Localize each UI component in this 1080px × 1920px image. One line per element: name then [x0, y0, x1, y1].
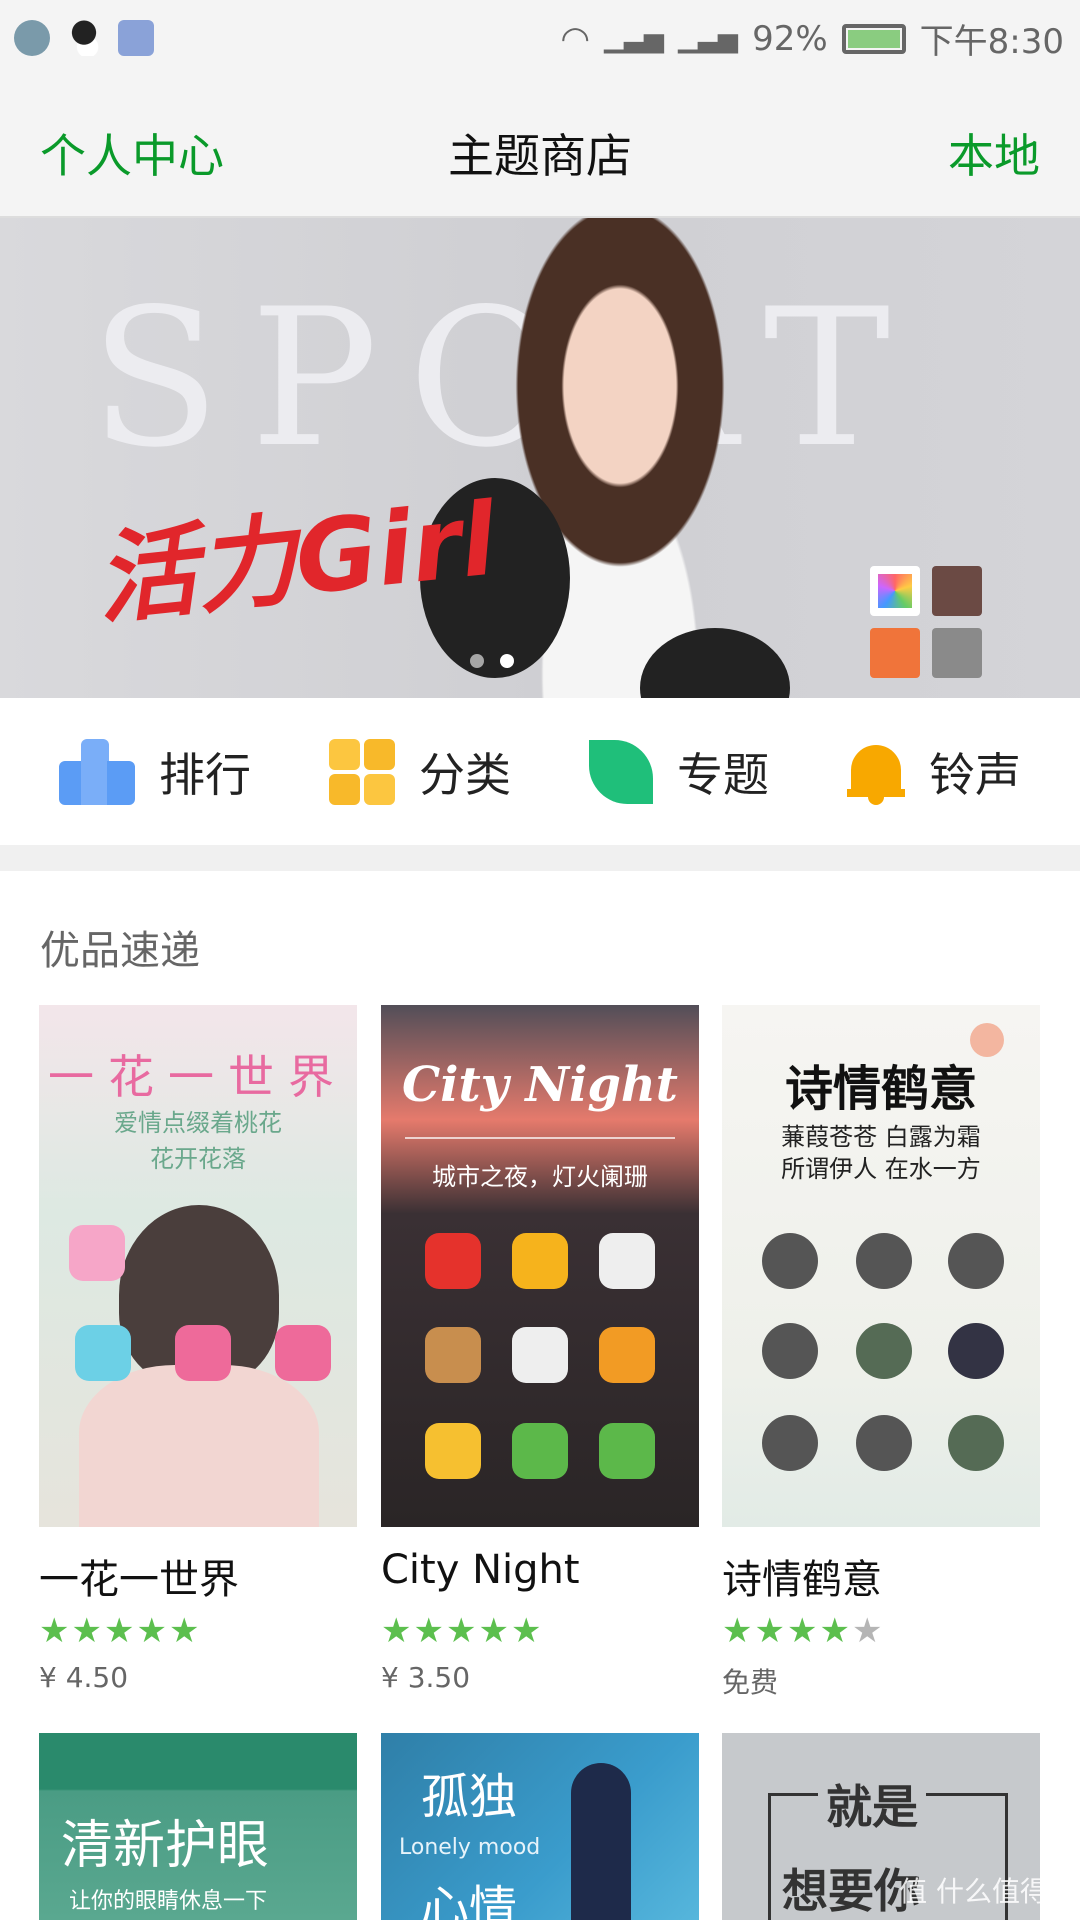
leaf-icon — [589, 739, 653, 804]
preview-subtitle: 花开花落 — [150, 1145, 246, 1173]
category-label: 分类 — [419, 747, 511, 802]
wifi-icon: ◠ — [560, 18, 591, 59]
preview-title: 一花一世界 — [48, 1050, 348, 1104]
page-title: 主题商店 — [448, 129, 632, 183]
category-label: 排行 — [159, 747, 251, 802]
settings-icon-preview — [932, 628, 982, 678]
theme-icon-preview — [870, 566, 920, 616]
gallery-icon — [14, 20, 50, 56]
theme-price: ¥ 3.50 — [381, 1661, 471, 1694]
preview-subtitle: 让你的眼睛休息一下 — [69, 1889, 268, 1914]
theme-card[interactable]: 孤独 Lonely mood 心情 — [381, 1733, 699, 1920]
preview-title: 孤独 — [421, 1769, 518, 1825]
preview-title: 就是 — [818, 1771, 926, 1837]
theme-card[interactable]: 一花一世界 爱情点缀着桃花 花开花落 一花一世界 ★ ★ ★ ★ ★ ¥ 4.50 — [39, 1005, 357, 1694]
theme-name: 一花一世界 — [39, 1557, 239, 1603]
theme-preview-image: 诗情鹤意 蒹葭苍苍 白露为霜 所谓伊人 在水一方 — [722, 1005, 1040, 1527]
signal-icon: ▁▃▅ — [678, 23, 739, 54]
star-rating: ★ ★ ★ ★ ★ — [381, 1611, 542, 1651]
section-title: 优品速递 — [40, 928, 200, 974]
preview-title: City Night — [402, 1057, 678, 1113]
theme-name: City Night — [381, 1547, 580, 1593]
watermark: 值 什么值得买 — [899, 1875, 1076, 1908]
preview-subtitle: Lonely mood — [399, 1835, 541, 1860]
preview-subtitle: 城市之夜，灯火阑珊 — [432, 1163, 648, 1191]
signal-icon: ▁▃▅ — [604, 23, 665, 54]
star-rating: ★ ★ ★ ★ ★ — [39, 1611, 200, 1651]
category-ringtones[interactable]: 铃声 — [847, 739, 1021, 805]
contact-icon-preview — [932, 566, 982, 616]
pager-dot[interactable] — [470, 654, 484, 668]
preview-title: 心情 — [421, 1881, 518, 1920]
theme-name: 诗情鹤意 — [722, 1557, 882, 1603]
preview-subtitle: 爱情点缀着桃花 — [114, 1109, 282, 1137]
category-topics[interactable]: 专题 — [589, 739, 769, 805]
preview-subtitle: 所谓伊人 在水一方 — [781, 1155, 981, 1183]
theme-price: ¥ 4.50 — [39, 1661, 129, 1694]
category-ranking[interactable]: 排行 — [59, 738, 251, 805]
grid-icon — [329, 738, 395, 805]
weather-icon — [118, 20, 154, 56]
ranking-bar-icon — [59, 738, 135, 805]
preview-title: 清新护眼 — [61, 1816, 270, 1876]
status-bar: ◠ ▁▃▅ ▁▃▅ 92% 下午8:30 — [0, 0, 1080, 76]
bell-icon — [847, 739, 905, 805]
preview-subtitle: 蒹葭苍苍 白露为霜 — [781, 1123, 981, 1151]
promo-banner[interactable]: SPORT 活力Girl — [0, 218, 1080, 698]
category-label: 专题 — [677, 747, 769, 802]
category-classify[interactable]: 分类 — [329, 738, 511, 805]
local-link[interactable]: 本地 — [948, 120, 1040, 186]
theme-preview-image: 一花一世界 爱情点缀着桃花 花开花落 — [39, 1005, 357, 1527]
theme-card[interactable]: City Night 城市之夜，灯火阑珊 City Night ★ ★ ★ ★ ★ ¥ … — [381, 1005, 699, 1694]
qq-icon — [66, 20, 102, 56]
pager-dot-active[interactable] — [500, 654, 514, 668]
battery-icon — [841, 23, 906, 54]
theme-card[interactable]: 诗情鹤意 蒹葭苍苍 白露为霜 所谓伊人 在水一方 诗情鹤意 ★ ★ ★ ★ ★ 免费 — [722, 1005, 1040, 1701]
clock: 下午8:30 — [919, 22, 1064, 62]
theme-card[interactable]: 清新护眼 让你的眼睛休息一下 — [39, 1733, 357, 1920]
category-label: 铃声 — [929, 747, 1021, 802]
battery-percent: 92% — [752, 18, 828, 59]
category-nav: 排行 分类 专题 铃声 — [0, 698, 1080, 845]
preview-title: 诗情鹤意 — [784, 1061, 977, 1117]
banner-pager[interactable] — [470, 654, 514, 668]
theme-price: 免费 — [722, 1666, 779, 1699]
star-rating: ★ ★ ★ ★ ★ — [722, 1611, 883, 1651]
top-bar: 个人中心 主题商店 本地 — [0, 76, 1080, 218]
weather-icon-preview — [870, 628, 920, 678]
theme-preview-image: City Night 城市之夜，灯火阑珊 — [381, 1005, 699, 1527]
section-divider — [0, 845, 1080, 871]
